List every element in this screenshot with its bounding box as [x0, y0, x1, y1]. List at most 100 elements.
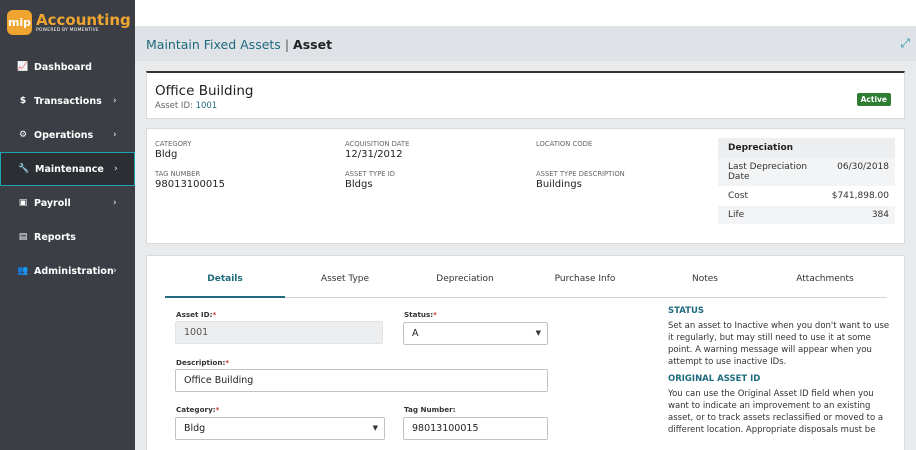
field-label-text: Status:	[404, 310, 434, 319]
sidebar-item-label: Transactions	[34, 95, 102, 107]
caret-down-icon: ▼	[535, 329, 541, 337]
help-panel: STATUS Set an asset to Inactive when you…	[668, 306, 890, 442]
top-bar	[135, 0, 916, 27]
breadcrumb: Maintain Fixed Assets | Asset ⤢	[135, 27, 916, 61]
sidebar-item-transactions[interactable]: $ Transactions ›	[0, 84, 135, 118]
sidebar-item-payroll[interactable]: ▣ Payroll ›	[0, 186, 135, 220]
description-input[interactable]: Office Building	[175, 369, 548, 392]
depreciation-rows: Last Depreciation Date 06/30/2018 Cost $…	[718, 158, 895, 225]
tab-notes[interactable]: Notes	[645, 269, 765, 298]
depreciation-row: Life 384	[718, 206, 895, 225]
sidebar-item-dashboard[interactable]: 📈 Dashboard	[0, 50, 135, 84]
info-label: LOCATION CODE	[536, 140, 593, 148]
info-label: ASSET TYPE DESCRIPTION	[536, 170, 625, 178]
nav-menu: 📈 Dashboard $ Transactions › ⚙ Operation…	[0, 50, 135, 288]
tab-details[interactable]: Details	[165, 269, 285, 298]
sidebar-item-label: Maintenance	[35, 163, 104, 175]
tab-asset-type[interactable]: Asset Type	[285, 269, 405, 298]
chevron-right-icon: ›	[113, 130, 117, 140]
info-acquisition-date: ACQUISITION DATE 12/31/2012	[345, 140, 409, 160]
depreciation-row-value: 384	[871, 210, 889, 220]
help-original-asset-text: You can use the Original Asset ID field …	[668, 389, 884, 435]
breadcrumb-separator: |	[284, 36, 290, 52]
info-asset-type-id: ASSET TYPE ID Bldgs	[345, 170, 395, 190]
field-label-text: Tag Number:	[404, 405, 456, 414]
money-icon: ▣	[18, 198, 28, 208]
logo-subtitle: POWERED BY MOMENTIVE	[36, 27, 99, 33]
field-label-text: Description:	[176, 358, 226, 367]
app-logo[interactable]: mip Accounting POWERED BY MOMENTIVE	[0, 0, 135, 44]
info-label: ACQUISITION DATE	[345, 140, 410, 148]
info-value: 98013100015	[155, 179, 225, 190]
tab-purchase-info[interactable]: Purchase Info	[525, 269, 645, 298]
sidebar-item-label: Administration	[34, 265, 114, 277]
tab-attachments[interactable]: Attachments	[765, 269, 885, 298]
info-location-code: LOCATION CODE	[536, 140, 592, 149]
sidebar-item-administration[interactable]: 👥 Administration ›	[0, 254, 135, 288]
status-badge: Active	[856, 93, 891, 106]
required-marker: *	[215, 405, 220, 414]
asset-id-input: 1001	[175, 321, 383, 344]
expand-icon[interactable]: ⤢	[900, 36, 910, 51]
help-status-title: STATUS	[668, 306, 705, 316]
sidebar-item-label: Operations	[34, 129, 94, 141]
sidebar-item-label: Payroll	[34, 197, 71, 209]
sidebar-item-label: Reports	[34, 231, 76, 243]
depreciation-row: Cost $741,898.00	[718, 187, 895, 206]
chevron-right-icon: ›	[113, 198, 117, 208]
report-icon: ▤	[18, 232, 28, 242]
asset-id-line: Asset ID: 1001	[155, 101, 217, 111]
status-select-value: A	[412, 328, 419, 339]
required-marker: *	[212, 310, 217, 319]
field-label-text: Asset ID:	[176, 310, 213, 319]
required-marker: *	[433, 310, 437, 319]
sidebar-item-operations[interactable]: ⚙ Operations ›	[0, 118, 135, 152]
status-select[interactable]: A ▼	[403, 322, 548, 345]
tab-depreciation[interactable]: Depreciation	[405, 269, 525, 298]
depreciation-row-value: $741,898.00	[831, 191, 889, 201]
info-label: CATEGORY	[155, 140, 192, 148]
depreciation-row-label: Last Depreciation Date	[728, 162, 808, 182]
info-label: ASSET TYPE ID	[345, 170, 395, 178]
category-select-value: Bldg	[184, 423, 206, 434]
info-value: 12/31/2012	[345, 149, 403, 160]
info-tag-number: TAG NUMBER 98013100015	[155, 170, 225, 190]
depreciation-summary: Depreciation Last Depreciation Date 06/3…	[718, 138, 895, 225]
chevron-right-icon: ›	[113, 266, 117, 276]
chevron-right-icon: ›	[114, 164, 118, 174]
help-original-asset-title: ORIGINAL ASSET ID	[668, 374, 761, 384]
required-marker: *	[225, 358, 230, 367]
chevron-right-icon: ›	[113, 96, 117, 106]
asset-id-label: Asset ID:	[155, 101, 193, 111]
sidebar-item-label: Dashboard	[34, 61, 92, 73]
help-status-text: Set an asset to Inactive when you don't …	[668, 321, 890, 367]
depreciation-row-label: Cost	[728, 191, 749, 201]
info-asset-type-description: ASSET TYPE DESCRIPTION Buildings	[536, 170, 625, 190]
info-category: CATEGORY Bldg	[155, 140, 191, 160]
dollar-icon: $	[19, 96, 27, 106]
caret-down-icon: ▼	[372, 424, 378, 432]
info-value: Bldg	[155, 149, 178, 160]
tab-bar: Details Asset Type Depreciation Purchase…	[165, 269, 887, 298]
logo-badge: mip	[7, 9, 32, 35]
depreciation-row-label: Life	[728, 210, 745, 220]
depreciation-row-value: 06/30/2018	[837, 162, 889, 172]
logo-title: Accounting	[36, 10, 131, 29]
sidebar-item-reports[interactable]: ▤ Reports	[0, 220, 135, 254]
breadcrumb-link[interactable]: Maintain Fixed Assets	[146, 37, 281, 52]
asset-title: Office Building	[155, 83, 254, 99]
asset-id-field-label: Asset ID:*	[176, 310, 216, 319]
users-icon: 👥	[17, 266, 29, 276]
sidebar: mip Accounting POWERED BY MOMENTIVE 📈 Da…	[0, 0, 135, 450]
field-label-text: Category:	[176, 405, 216, 414]
category-field-label: Category:*	[176, 405, 219, 414]
asset-detail-card: Details Asset Type Depreciation Purchase…	[146, 255, 905, 450]
category-select[interactable]: Bldg ▼	[175, 417, 385, 440]
tag-number-input[interactable]: 98013100015	[403, 417, 548, 440]
asset-info-card: CATEGORY Bldg ACQUISITION DATE 12/31/201…	[146, 128, 905, 244]
depreciation-title: Depreciation	[718, 138, 895, 158]
asset-id-value: 1001	[195, 101, 218, 111]
info-value: Buildings	[536, 179, 582, 190]
description-field-label: Description:*	[176, 358, 229, 367]
sidebar-item-maintenance[interactable]: 🔧 Maintenance ›	[0, 152, 135, 186]
